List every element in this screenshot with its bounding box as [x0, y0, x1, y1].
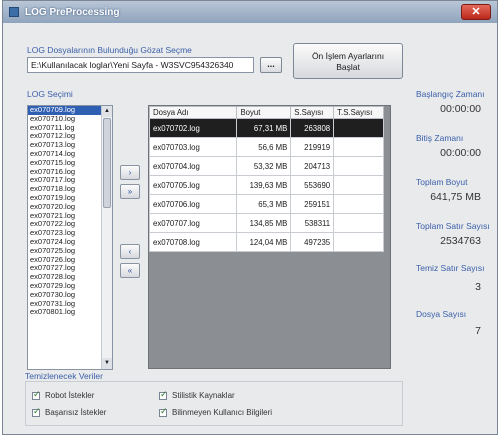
file-name-cell: ex070706.log	[148, 194, 238, 214]
line-count-cell: 204713	[290, 156, 335, 176]
end-time-label: Bitiş Zamanı	[416, 133, 464, 143]
total-lines-value: 2534763	[440, 235, 481, 247]
robot-requests-checkbox[interactable]: Robot İstekler	[32, 389, 95, 400]
line-count-cell: 497235	[290, 232, 335, 252]
table-row[interactable]: ex070703.log 56,6 MB 219919	[148, 137, 384, 157]
file-name-cell: ex070704.log	[148, 156, 238, 176]
log-selection-label: LOG Seçimi	[27, 89, 73, 99]
start-time-label: Başlangıç Zamanı	[416, 89, 485, 99]
size-cell: 124,04 MB	[236, 232, 292, 252]
clean-lines-label: Temiz Satır Sayısı	[416, 263, 485, 273]
size-cell: 134,85 MB	[236, 213, 292, 233]
add-selected-button[interactable]: ›	[120, 165, 140, 180]
robot-requests-label: Robot İstekler	[45, 391, 95, 400]
start-preprocessing-label-line1: Ön İşlem Ayarlarını	[311, 51, 385, 61]
end-time-value: 00:00:00	[440, 147, 481, 159]
log-file-list[interactable]: ex070709.log ex070710.log ex070711.log ex07…	[27, 105, 113, 370]
checkbox-checked-icon	[159, 389, 168, 400]
checkbox-checked-icon	[32, 406, 41, 417]
preprocessing-window: LOG PreProcessing ✕ LOG Dosyalarının Bul…	[2, 0, 498, 435]
line-count-cell: 219919	[290, 137, 335, 157]
col-line-count[interactable]: S.Sayısı	[290, 106, 335, 119]
line-count-cell: 553690	[290, 175, 335, 195]
line-count-cell: 538311	[290, 213, 335, 233]
table-row[interactable]: ex070702.log 67,31 MB 263808	[148, 118, 384, 138]
table-row[interactable]: ex070705.log 139,63 MB 553690	[148, 175, 384, 195]
file-name-cell: ex070708.log	[148, 232, 238, 252]
path-label: LOG Dosyalarının Bulunduğu Gözat Seçme	[27, 45, 192, 55]
list-scrollbar[interactable]: ▲ ▼	[101, 106, 112, 369]
file-name-cell: ex070705.log	[148, 175, 238, 195]
size-cell: 139,63 MB	[236, 175, 292, 195]
file-name-cell: ex070707.log	[148, 213, 238, 233]
remove-selected-button[interactable]: ‹	[120, 244, 140, 259]
unknown-user-info-label: Bilinmeyen Kullanıcı Bilgileri	[172, 408, 273, 417]
start-preprocessing-label-line2: Başlat	[336, 62, 360, 72]
size-cell: 65,3 MB	[236, 194, 292, 214]
clean-lines-value: 3	[475, 281, 481, 293]
file-count-label: Dosya Sayısı	[416, 309, 467, 319]
line-count-cell: 263808	[290, 118, 335, 138]
failed-requests-label: Başarısız İstekler	[45, 408, 107, 417]
log-folder-path-input[interactable]: E:\Kullanılacak loglar\Yeni Sayfa - W3SV…	[27, 57, 254, 73]
stylistic-resources-label: Stilistik Kaynaklar	[172, 391, 235, 400]
log-file-item[interactable]: ex070801.log	[28, 308, 112, 317]
clean-line-count-cell	[333, 213, 384, 233]
col-clean-line-count[interactable]: T.S.Sayısı	[333, 106, 384, 119]
data-to-clean-label: Temizlenecek Veriler	[25, 371, 103, 381]
size-cell: 53,32 MB	[236, 156, 292, 176]
total-size-label: Toplam Boyut	[416, 177, 468, 187]
selected-files-grid[interactable]: Dosya Adı Boyut S.Sayısı T.S.Sayısı ex07…	[148, 105, 391, 369]
selected-files-table: Dosya Adı Boyut S.Sayısı T.S.Sayısı ex07…	[148, 106, 384, 252]
stylistic-resources-checkbox[interactable]: Stilistik Kaynaklar	[159, 389, 235, 400]
cleaning-options-group: Robot İstekler Başarısız İstekler Stilis…	[25, 381, 403, 426]
title-bar[interactable]: LOG PreProcessing ✕	[3, 1, 497, 23]
grid-body: ex070702.log 67,31 MB 263808 ex070703.log 56…	[148, 118, 384, 252]
table-row[interactable]: ex070704.log 53,32 MB 204713	[148, 156, 384, 176]
line-count-cell: 259151	[290, 194, 335, 214]
clean-line-count-cell	[333, 175, 384, 195]
clean-line-count-cell	[333, 118, 384, 138]
file-name-cell: ex070702.log	[148, 118, 238, 138]
start-preprocessing-button[interactable]: Ön İşlem Ayarlarını Başlat	[293, 43, 403, 79]
col-file-name[interactable]: Dosya Adı	[148, 106, 238, 119]
table-row[interactable]: ex070708.log 124,04 MB 497235	[148, 232, 384, 252]
table-row[interactable]: ex070707.log 134,85 MB 538311	[148, 213, 384, 233]
total-size-value: 641,75 MB	[430, 191, 481, 203]
scroll-thumb[interactable]	[103, 118, 111, 208]
window-title: LOG PreProcessing	[25, 6, 120, 18]
clean-line-count-cell	[333, 232, 384, 252]
add-all-button[interactable]: »	[120, 184, 140, 199]
app-icon	[9, 7, 19, 17]
size-cell: 67,31 MB	[236, 118, 292, 138]
close-button[interactable]: ✕	[461, 4, 491, 20]
unknown-user-info-checkbox[interactable]: Bilinmeyen Kullanıcı Bilgileri	[159, 406, 273, 417]
scroll-down-arrow-icon[interactable]: ▼	[102, 358, 112, 369]
col-size[interactable]: Boyut	[236, 106, 292, 119]
clean-line-count-cell	[333, 194, 384, 214]
total-lines-label: Toplam Satır Sayısı	[416, 221, 490, 231]
table-row[interactable]: ex070706.log 65,3 MB 259151	[148, 194, 384, 214]
clean-line-count-cell	[333, 156, 384, 176]
remove-all-button[interactable]: «	[120, 263, 140, 278]
file-count-value: 7	[475, 325, 481, 337]
log-file-items: ex070709.log ex070710.log ex070711.log ex07…	[28, 106, 112, 317]
size-cell: 56,6 MB	[236, 137, 292, 157]
checkbox-checked-icon	[159, 406, 168, 417]
checkbox-checked-icon	[32, 389, 41, 400]
browse-button[interactable]: ...	[260, 57, 282, 73]
failed-requests-checkbox[interactable]: Başarısız İstekler	[32, 406, 107, 417]
scroll-up-arrow-icon[interactable]: ▲	[102, 106, 112, 117]
grid-header-row: Dosya Adı Boyut S.Sayısı T.S.Sayısı	[148, 106, 384, 119]
start-time-value: 00:00:00	[440, 103, 481, 115]
file-name-cell: ex070703.log	[148, 137, 238, 157]
clean-line-count-cell	[333, 137, 384, 157]
